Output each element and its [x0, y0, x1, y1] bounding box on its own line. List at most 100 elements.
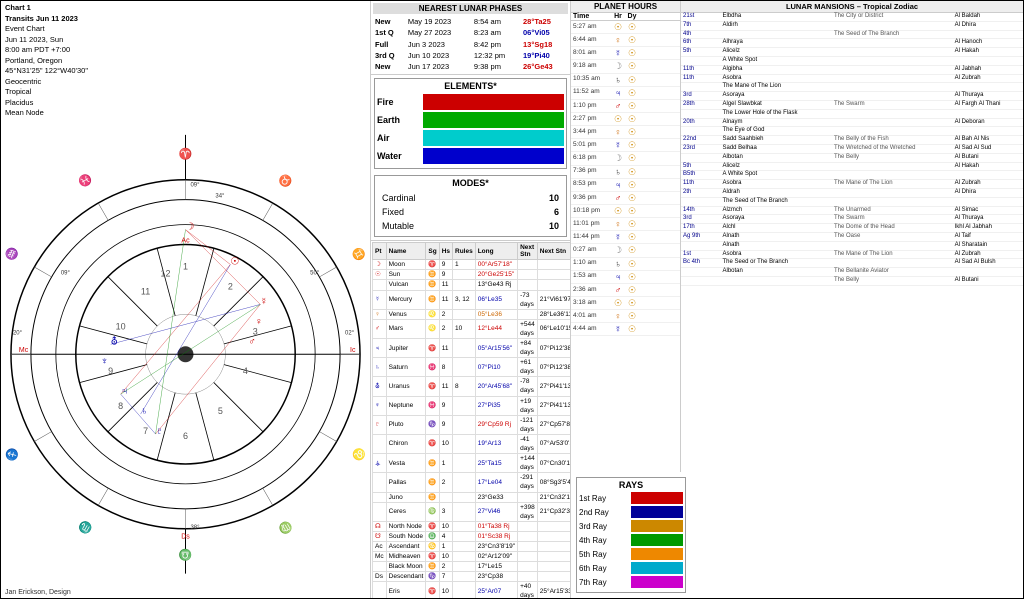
pt-ns1: -121 days: [518, 415, 538, 434]
pt-hs: 11: [439, 280, 452, 290]
lm-num: [681, 276, 720, 285]
pt-ns1: [518, 562, 538, 572]
lm-num: 28th: [681, 100, 720, 109]
lm-row: A White Spot: [681, 56, 1023, 65]
lm-col2: Al Zubrah: [953, 74, 1023, 83]
lm-name: The Belly: [832, 276, 953, 285]
ph-hr-header: Hr: [611, 13, 625, 20]
modes-title: MODES*: [377, 178, 564, 188]
ray-bar-ray4: [631, 534, 683, 546]
pt-name: Venus: [386, 309, 426, 319]
ray-label: 7th Ray: [579, 578, 627, 587]
svg-text:Ds: Ds: [181, 533, 190, 540]
ph-dy-icon: ☉: [625, 231, 639, 243]
lm-row: 17th Alchl The Dome of the Head Ikhl Al …: [681, 224, 1023, 233]
pt-ns1: +61 days: [518, 358, 538, 377]
pt-glyph: ♀: [373, 309, 387, 319]
lunar-phases-section: NEAREST LUNAR PHASES New May 19 2023 8:5…: [371, 1, 570, 75]
pt-ns1: [518, 552, 538, 562]
pt-ns1: +40 days: [518, 582, 538, 598]
ph-hr-icon: ♀: [611, 126, 625, 138]
lm-num: [681, 153, 720, 162]
phase-label: Full: [373, 39, 406, 50]
elements-box: ELEMENTS* Fire Earth Air Water: [374, 78, 567, 169]
lm-row: 3rd Asoraya Al Thuraya: [681, 92, 1023, 101]
planet-table-row: ♂ Mars ♌ 2 10 12°Le44 +544 days 06°Le10'…: [373, 319, 571, 338]
pt-hs: 10: [439, 521, 452, 531]
pt-long: 17°Le04: [475, 473, 517, 492]
chart-title-line7: 45°N31'25" 122°W40'30": [5, 66, 366, 77]
pt-long: 23°Ge33: [475, 492, 517, 502]
pt-long: 27°Pi35: [475, 396, 517, 415]
lm-num: [681, 241, 720, 250]
pt-name: Pluto: [386, 415, 426, 434]
svg-text:8: 8: [118, 401, 123, 411]
planet-table-row: Eris ♈ 10 25°Ar07 +40 days 25°Ar15'33" -…: [373, 582, 571, 598]
pt-sg: ♋: [426, 541, 439, 551]
lm-row: 11th Asobra The Mane of The Lion Al Zubr…: [681, 180, 1023, 189]
lm-row: 6th Alhraya Al Hanoch: [681, 39, 1023, 48]
lm-name: [832, 83, 953, 92]
ph-time: 2:27 pm: [573, 115, 611, 124]
ph-time: 1:53 am: [573, 272, 611, 281]
ph-time: 11:52 am: [573, 88, 611, 97]
svg-text:10: 10: [116, 321, 126, 331]
lm-arabic: Algibha: [720, 65, 831, 74]
ph-hr-icon: ♀: [611, 218, 625, 230]
ph-hr-icon: ☉: [611, 205, 625, 217]
pt-long: 01°Ta38 Rj: [475, 521, 517, 531]
planet-table-row: ☿ Mercury ♊ 11 3, 12 06°Le35 -73 days 21…: [373, 290, 571, 309]
svg-text:♓: ♓: [76, 171, 95, 189]
pt-ns2: 27°Cp57'8"": [537, 415, 570, 434]
pt-name: Descendant: [386, 572, 426, 582]
phase-deg: 06°Vi05: [521, 27, 568, 38]
lm-col2: Al Hakah: [953, 162, 1023, 171]
phase-time: 8:42 pm: [472, 39, 521, 50]
phase-label: 1st Q: [373, 27, 406, 38]
pt-hs: 3: [439, 502, 452, 521]
pt-rules: [453, 309, 476, 319]
pt-rules: [453, 270, 476, 280]
lm-col2: [953, 268, 1023, 277]
chart-title-line6: Portland, Oregon: [5, 56, 366, 67]
ph-hr-icon: ☉: [611, 113, 625, 125]
ph-time: 5:01 pm: [573, 141, 611, 150]
ph-time: 10:35 am: [573, 75, 611, 84]
planet-table-col-header: Pt: [373, 243, 387, 260]
lm-row: The Eye of God: [681, 127, 1023, 136]
chart-circle: ♈ ♉ ♊ ♋ ♌ ♍ ♎ ♏ ♐ ♑ ♒ ♓ 1 2 3: [1, 121, 370, 588]
ph-row: 1:10 am ♄ ☉: [571, 258, 680, 271]
pt-hs: 11: [439, 339, 452, 358]
lm-row: Albotan The Bellanite Aviator: [681, 268, 1023, 277]
lunar-mansions-table: 21st Elbdha The City or District Al Bald…: [681, 13, 1023, 286]
pt-glyph: ♆: [373, 396, 387, 415]
pt-glyph: ♄: [373, 358, 387, 377]
element-label: Air: [377, 133, 417, 143]
lm-arabic: Alzmch: [720, 206, 831, 215]
ph-hr-icon: ☽: [611, 60, 625, 72]
pt-hs: 2: [439, 562, 452, 572]
svg-text:11: 11: [141, 286, 150, 296]
ph-row: 6:44 am ♀ ☉: [571, 34, 680, 47]
mode-label: Cardinal: [379, 192, 508, 204]
pt-name: Mars: [386, 319, 426, 338]
lm-arabic: Alnaym: [720, 118, 831, 127]
pt-rules: [453, 552, 476, 562]
ph-hr-icon: ♃: [611, 271, 625, 283]
ph-dy-icon: ☉: [625, 271, 639, 283]
svg-text:2: 2: [228, 281, 233, 291]
ph-dy-icon: ☉: [625, 152, 639, 164]
pt-hs: 11: [439, 377, 452, 396]
lm-row: B5th A White Spot: [681, 171, 1023, 180]
lm-num: Bc 4th: [681, 259, 720, 268]
pt-hs: 2: [439, 473, 452, 492]
pt-long: 17°Le15: [475, 562, 517, 572]
pt-ns2: 25°Ar15'33": [537, 582, 570, 598]
lm-name: The Oase: [832, 232, 953, 241]
pt-long: 01°Sc38 Rj: [475, 531, 517, 541]
pt-ns1: -41 days: [518, 434, 538, 453]
lm-num: 7th: [681, 21, 720, 30]
ph-time: 4:44 am: [573, 325, 611, 334]
lm-arabic: The Eye of God: [720, 127, 831, 136]
ph-col-headers: Time Hr Dy: [571, 13, 680, 21]
